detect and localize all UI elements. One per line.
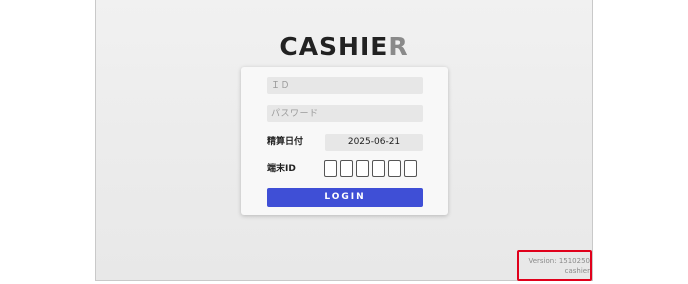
login-screen: CASHIER 精算日付 2025-06-21 端末ID LOGIN [95, 0, 593, 281]
terminal-id-digit-1[interactable] [324, 160, 337, 177]
login-button[interactable]: LOGIN [267, 188, 423, 207]
terminal-id-digit-6[interactable] [404, 160, 417, 177]
logo-main: CASHIE [279, 32, 389, 61]
settlement-date-label: 精算日付 [267, 137, 304, 147]
terminal-id-digit-4[interactable] [372, 160, 385, 177]
terminal-id-inputs [324, 160, 417, 178]
settlement-date-field[interactable]: 2025-06-21 [325, 134, 423, 151]
terminal-id-digit-5[interactable] [388, 160, 401, 177]
user-text: cashier [564, 267, 590, 275]
logo-accent: R [388, 32, 409, 61]
login-card: 精算日付 2025-06-21 端末ID LOGIN [241, 67, 448, 215]
version-text: Version: 1510250 [528, 257, 591, 265]
id-input[interactable] [267, 77, 423, 94]
app-logo: CASHIER [96, 32, 592, 62]
terminal-id-digit-2[interactable] [340, 160, 353, 177]
password-input[interactable] [267, 105, 423, 122]
terminal-id-digit-3[interactable] [356, 160, 369, 177]
terminal-id-label: 端末ID [267, 164, 296, 174]
